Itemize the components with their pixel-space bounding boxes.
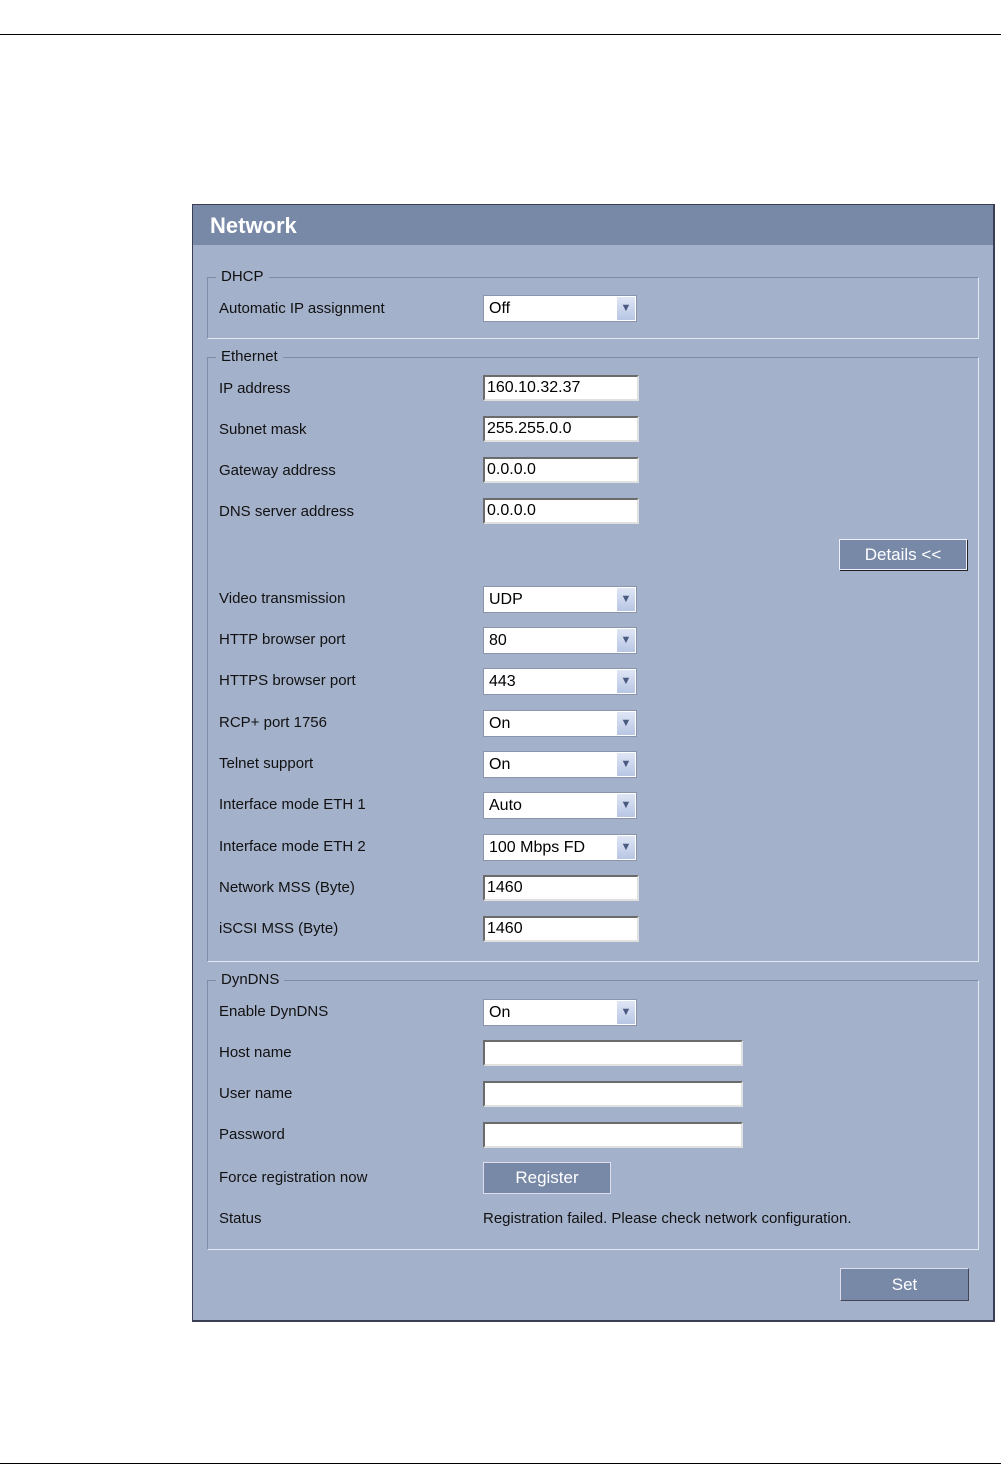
chevron-down-icon: ▼: [617, 588, 635, 611]
chevron-down-icon: ▼: [617, 836, 635, 859]
select-value: On: [489, 756, 511, 773]
eth2-select[interactable]: 100 Mbps FD ▼: [483, 834, 637, 861]
eth2-label: Interface mode ETH 2: [219, 838, 366, 855]
password-input[interactable]: [483, 1122, 743, 1148]
mss-input[interactable]: 1460: [483, 875, 639, 901]
chevron-down-icon: ▼: [617, 712, 635, 735]
video-select[interactable]: UDP ▼: [483, 586, 637, 613]
ip-label: IP address: [219, 380, 291, 397]
https-label: HTTPS browser port: [219, 672, 356, 689]
rcp-label: RCP+ port 1756: [219, 714, 327, 731]
rcp-select[interactable]: On ▼: [483, 710, 637, 737]
iscsi-input[interactable]: 1460: [483, 916, 639, 942]
enable-dyndns-label: Enable DynDNS: [219, 1003, 329, 1020]
select-value: Off: [489, 300, 511, 317]
gateway-input[interactable]: 0.0.0.0: [483, 457, 639, 483]
password-label: Password: [219, 1126, 285, 1143]
user-input[interactable]: [483, 1081, 743, 1107]
subnet-label: Subnet mask: [219, 421, 307, 438]
subnet-input[interactable]: 255.255.0.0: [483, 416, 639, 442]
register-button[interactable]: Register: [483, 1162, 611, 1194]
dns-label: DNS server address: [219, 503, 355, 520]
chevron-down-icon: ▼: [617, 753, 635, 776]
gateway-label: Gateway address: [219, 462, 336, 479]
eth1-select[interactable]: Auto ▼: [483, 792, 637, 819]
top-rule: [0, 34, 1001, 35]
dyndns-legend: DynDNS: [216, 971, 285, 988]
select-value: 443: [489, 673, 516, 690]
status-label: Status: [219, 1210, 262, 1227]
select-value: On: [489, 715, 511, 732]
ethernet-legend: Ethernet: [216, 348, 283, 365]
auto-ip-select[interactable]: Off ▼: [483, 295, 637, 322]
status-value: Registration failed. Please check networ…: [483, 1210, 852, 1227]
bottom-rule: [0, 1463, 1001, 1464]
telnet-label: Telnet support: [219, 755, 314, 772]
force-label: Force registration now: [219, 1169, 368, 1186]
set-button[interactable]: Set: [840, 1268, 969, 1301]
select-value: 80: [489, 632, 507, 649]
ip-input[interactable]: 160.10.32.37: [483, 375, 639, 401]
video-label: Video transmission: [219, 590, 346, 607]
page-title: Network: [210, 213, 297, 238]
user-label: User name: [219, 1085, 293, 1102]
http-select[interactable]: 80 ▼: [483, 627, 637, 654]
iscsi-label: iSCSI MSS (Byte): [219, 920, 339, 937]
chevron-down-icon: ▼: [617, 629, 635, 652]
dhcp-legend: DHCP: [216, 268, 269, 285]
details-button[interactable]: Details <<: [839, 539, 967, 570]
eth1-label: Interface mode ETH 1: [219, 796, 366, 813]
mss-label: Network MSS (Byte): [219, 879, 355, 896]
dns-input[interactable]: 0.0.0.0: [483, 498, 639, 524]
ethernet-fieldset: Ethernet: [207, 348, 979, 962]
host-input[interactable]: [483, 1040, 743, 1066]
select-value: UDP: [489, 591, 523, 608]
select-value: On: [489, 1004, 511, 1021]
host-label: Host name: [219, 1044, 292, 1061]
http-label: HTTP browser port: [219, 631, 346, 648]
select-value: 100 Mbps FD: [489, 839, 586, 856]
chevron-down-icon: ▼: [617, 1001, 635, 1024]
network-panel: Network DHCP Automatic IP assignment Off…: [192, 204, 995, 1322]
chevron-down-icon: ▼: [617, 297, 635, 320]
telnet-select[interactable]: On ▼: [483, 751, 637, 778]
panel-header: Network: [193, 205, 993, 245]
chevron-down-icon: ▼: [617, 794, 635, 817]
https-select[interactable]: 443 ▼: [483, 668, 637, 695]
enable-dyndns-select[interactable]: On ▼: [483, 999, 637, 1026]
auto-ip-label: Automatic IP assignment: [219, 300, 385, 317]
chevron-down-icon: ▼: [617, 670, 635, 693]
select-value: Auto: [489, 797, 522, 814]
